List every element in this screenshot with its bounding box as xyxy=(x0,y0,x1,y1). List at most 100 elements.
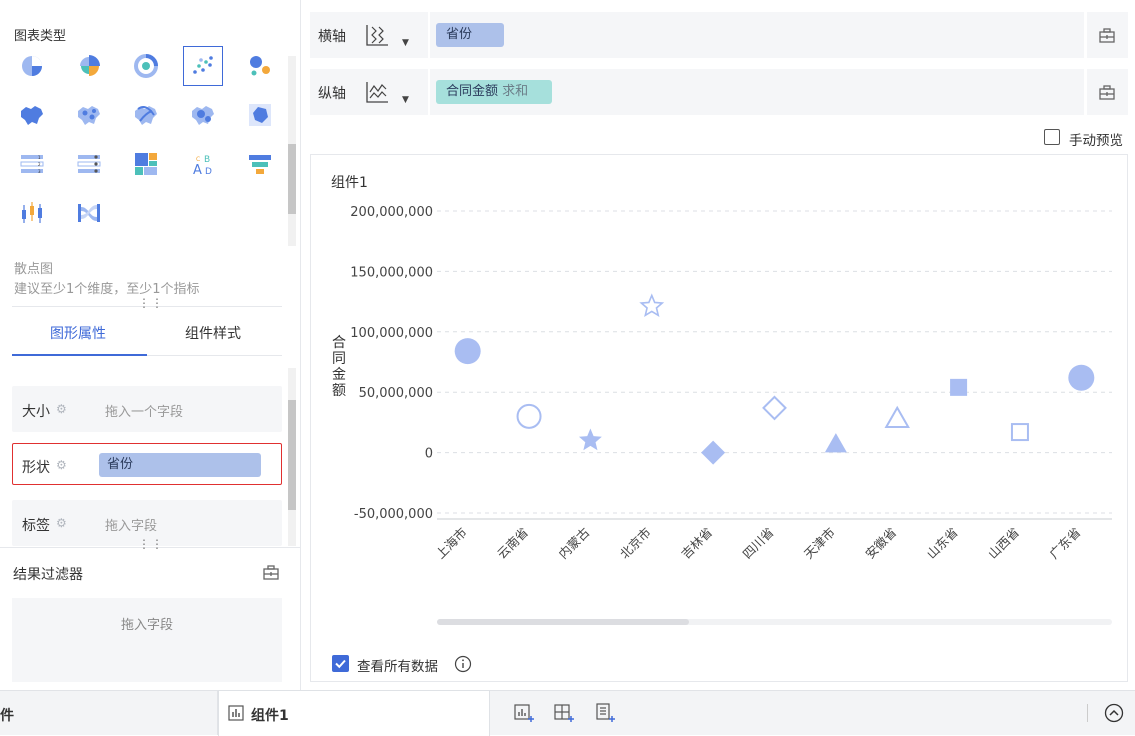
chart-type-sankey-chart[interactable] xyxy=(69,193,109,233)
bottom-bar: 件 组件1 xyxy=(0,690,1135,736)
y-axis-settings-icon[interactable] xyxy=(1098,84,1116,100)
x-category-label: 山西省 xyxy=(985,525,1022,562)
table-chart-icon: 123 xyxy=(20,155,44,174)
data-point xyxy=(516,403,542,429)
resize-handle-bottom[interactable]: ⋮⋮ xyxy=(138,537,164,551)
chart-title: 组件1 xyxy=(331,175,368,191)
chart-type-scatter-chart[interactable] xyxy=(183,46,223,86)
chart-type-point-map[interactable] xyxy=(69,95,109,135)
divider xyxy=(1087,704,1088,722)
info-icon[interactable] xyxy=(454,655,472,673)
size-drop-zone[interactable]: 拖入一个字段 xyxy=(105,401,183,420)
add-report-icon[interactable] xyxy=(595,703,615,723)
rose-pie-chart-icon xyxy=(80,55,100,76)
bar-chart-icon xyxy=(228,705,244,721)
y-axis-type-icon[interactable] xyxy=(364,79,390,105)
sankey-chart-icon xyxy=(78,204,100,222)
x-category-label: 天津市 xyxy=(801,525,838,562)
collapse-up-icon[interactable] xyxy=(1104,703,1124,723)
chart-scroll-thumb[interactable] xyxy=(437,619,689,625)
y-axis-field-name: 合同金额 xyxy=(446,84,499,99)
gear-icon[interactable]: ⚙ xyxy=(56,402,67,416)
x-axis-type-icon[interactable] xyxy=(364,22,390,48)
chart-type-donut-chart[interactable] xyxy=(126,46,166,86)
previous-sheet-tab[interactable] xyxy=(10,691,218,735)
pie-chart-icon xyxy=(22,56,42,76)
chart-horizontal-scrollbar[interactable] xyxy=(437,619,1112,625)
chevron-down-icon[interactable]: ▼ xyxy=(402,95,409,105)
selected-chart-name: 散点图 xyxy=(14,262,54,277)
result-filter-title: 结果过滤器 xyxy=(13,567,83,583)
chart-type-pie-chart[interactable] xyxy=(12,46,52,86)
region-map-icon xyxy=(21,106,43,125)
shape-label: 形状 xyxy=(22,460,50,476)
chart-type-funnel-chart[interactable] xyxy=(240,144,280,184)
y-axis-label-area: 纵轴 ▼ xyxy=(310,69,428,115)
chart-types-scrollbar[interactable] xyxy=(288,56,296,246)
x-category-label: 广东省 xyxy=(1046,525,1083,562)
x-axis-settings-icon[interactable] xyxy=(1098,27,1116,43)
properties-scroll-thumb[interactable] xyxy=(288,400,296,510)
data-point xyxy=(1068,364,1095,391)
detail-table-icon xyxy=(77,155,101,173)
size-property-row[interactable]: 大小 ⚙ 拖入一个字段 xyxy=(12,386,282,432)
chart-type-candlestick-chart[interactable] xyxy=(12,193,52,233)
chart-type-bubble-chart[interactable] xyxy=(240,46,280,86)
shape-field-pill[interactable]: 省份 xyxy=(99,453,261,477)
view-all-data-label: 查看所有数据 xyxy=(357,659,438,675)
y-tick-label: 50,000,000 xyxy=(359,386,433,401)
point-map-icon xyxy=(78,106,100,125)
chevron-down-icon[interactable]: ▼ xyxy=(402,38,409,48)
x-category-label: 山东省 xyxy=(924,525,961,562)
chart-types-scroll-thumb[interactable] xyxy=(288,144,296,214)
x-axis-field-pill[interactable]: 省份 xyxy=(436,23,505,47)
selected-chart-hint: 建议至少1个维度，至少1个指标 xyxy=(14,282,200,297)
chart-type-custom-map[interactable] xyxy=(240,95,280,135)
chart-type-treemap-chart[interactable] xyxy=(126,144,166,184)
shape-property-row[interactable]: 形状 ⚙ 省份 xyxy=(12,443,282,485)
donut-chart-icon xyxy=(134,54,158,78)
chart-type-word-cloud[interactable]: ABCD xyxy=(183,144,223,184)
chart-type-detail-table[interactable] xyxy=(69,144,109,184)
data-point xyxy=(454,338,481,365)
chart-type-table-chart[interactable]: 123 xyxy=(12,144,52,184)
filter-settings-icon[interactable] xyxy=(262,564,280,580)
tag-drop-zone[interactable]: 拖入字段 xyxy=(105,515,157,534)
y-axis-settings-area xyxy=(1087,69,1128,115)
manual-preview-checkbox[interactable] xyxy=(1044,129,1060,145)
y-axis-field-pill[interactable]: 合同金额 求和 xyxy=(436,80,553,104)
tab-component-style[interactable]: 组件样式 xyxy=(185,323,241,343)
chart-type-heat-map[interactable] xyxy=(183,95,223,135)
x-category-label: 北京市 xyxy=(617,525,654,562)
chart-type-region-map[interactable] xyxy=(12,95,52,135)
sheet-tab-label: 组件1 xyxy=(251,708,289,724)
y-axis-drop-zone[interactable]: 合同金额 求和 xyxy=(430,69,1084,115)
add-component-icon[interactable] xyxy=(514,703,534,723)
x-category-label: 云南省 xyxy=(494,525,531,562)
word-cloud-icon: ABCD xyxy=(193,155,212,178)
gear-icon[interactable]: ⚙ xyxy=(56,458,67,472)
add-dashboard-icon[interactable] xyxy=(554,703,574,723)
chart-type-rose-pie-chart[interactable] xyxy=(69,46,109,86)
chart-card: 组件1 合同金额 -50,000,000 0 50,000,000 100,000,000… xyxy=(310,154,1128,682)
result-filter-drop-zone[interactable]: 拖入字段 xyxy=(12,598,282,682)
data-point xyxy=(579,428,602,451)
checkmark-icon xyxy=(335,659,346,669)
x-category-label: 吉林省 xyxy=(678,525,715,562)
y-axis-title: 合同金额 xyxy=(332,335,346,399)
resize-handle-top[interactable]: ⋮⋮ xyxy=(138,296,164,310)
gear-icon[interactable]: ⚙ xyxy=(56,516,67,530)
data-point xyxy=(950,378,968,396)
svg-text:B: B xyxy=(204,155,210,165)
y-tick-label: -50,000,000 xyxy=(354,507,433,522)
custom-map-icon xyxy=(249,104,271,126)
bubble-chart-icon xyxy=(250,56,270,76)
properties-scrollbar[interactable] xyxy=(288,368,296,546)
result-filter-placeholder: 拖入字段 xyxy=(120,618,173,633)
tab-graphic-properties[interactable]: 图形属性 xyxy=(50,323,106,343)
x-category-label: 上海市 xyxy=(433,525,470,562)
sheet-tab-active[interactable]: 组件1 xyxy=(218,690,490,736)
x-axis-drop-zone[interactable]: 省份 xyxy=(430,12,1084,58)
view-all-data-checkbox[interactable] xyxy=(332,655,349,672)
chart-type-flow-map[interactable] xyxy=(126,95,166,135)
